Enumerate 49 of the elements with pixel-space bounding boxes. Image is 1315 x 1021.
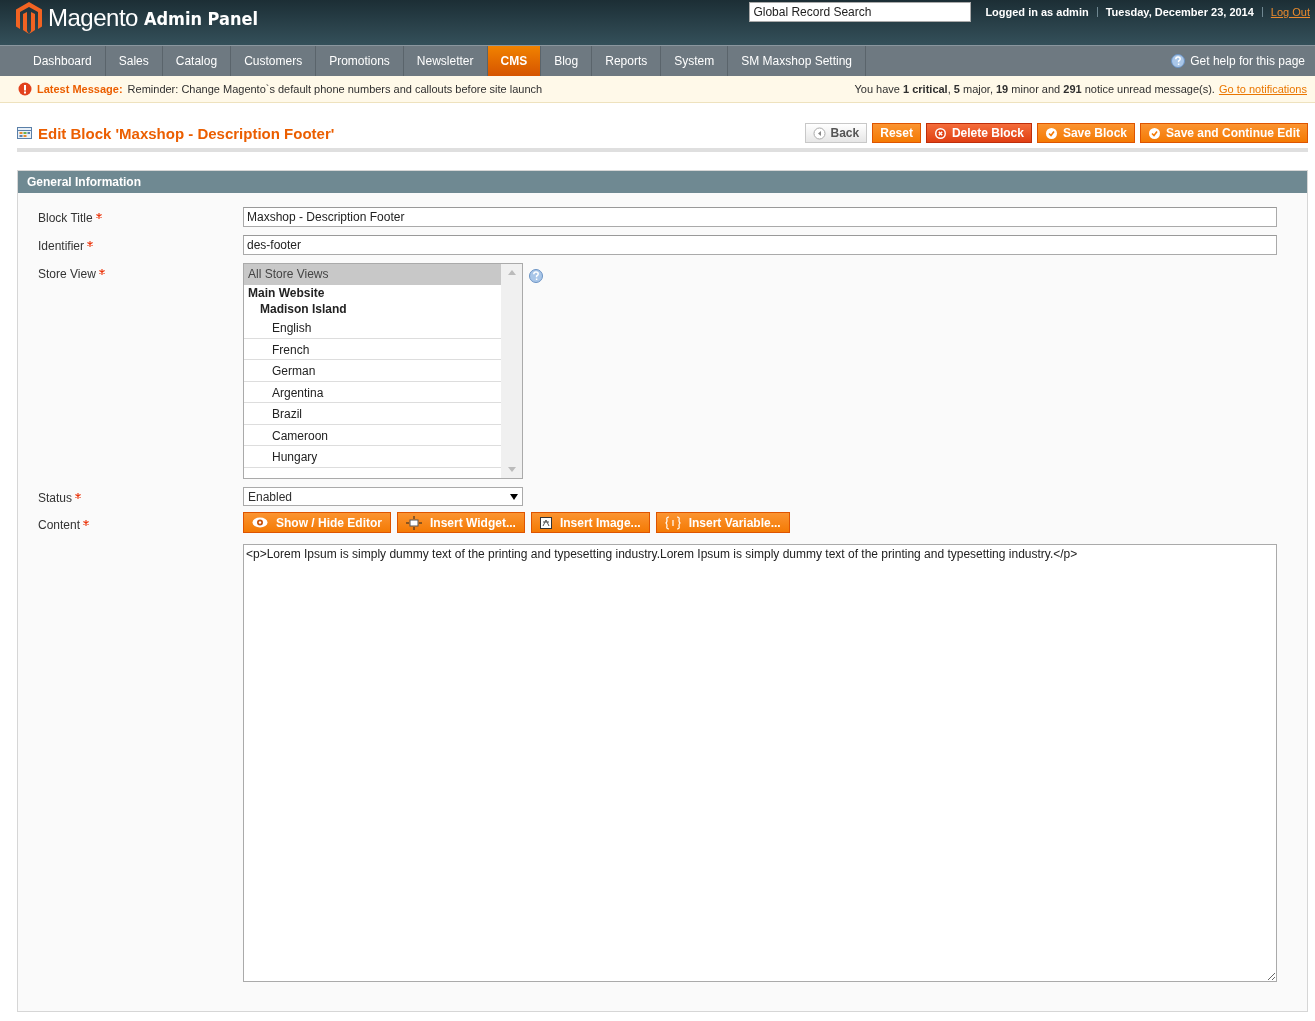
action-button[interactable]: Save Block [1036,123,1135,143]
variable-icon [664,515,681,530]
editor-toolbar-button[interactable]: Insert Variable... [655,512,790,533]
field-label: Content [38,518,81,532]
store-view-list[interactable]: All Store Views Main Website Madison Island English French German Argentina Brazil Cameroon Hungary [243,263,523,479]
action-button[interactable]: Delete Block [925,123,1032,143]
help-icon [529,269,543,283]
field-label: Status [38,491,73,505]
action-button[interactable]: Reset [872,123,921,143]
status-select[interactable]: Enabled [243,487,523,506]
text-input[interactable]: des-footer [243,235,1277,255]
checkmark-icon [1044,126,1058,140]
alert-icon [18,82,32,96]
store-view-option[interactable]: All Store Views [244,264,501,285]
notifications-link[interactable]: Go to notifications [1218,83,1307,95]
field-label: Block Title [38,211,93,225]
help-icon [1171,54,1186,68]
content-textarea[interactable]: <p>Lorem Ipsum is simply dummy text of the printing and typesetting industry.Lorem Ipsum is simply dummy text of the printing and typesetting industry.</p> [243,544,1277,982]
scroll-down-icon[interactable] [507,467,516,472]
action-button[interactable]: Save and Continue Edit [1140,123,1308,143]
section-header: General Information [18,171,1307,193]
nav-item[interactable]: CMS [487,46,542,76]
eye-icon [252,517,268,528]
widget-icon [406,515,422,530]
page-title: Edit Block 'Maxshop - Description Footer' [38,124,335,142]
editor-toolbar-button[interactable]: Show / Hide Editor [243,512,391,533]
logo-icon [16,2,42,34]
editor-toolbar-button[interactable]: Insert Widget... [397,512,525,533]
image-icon [539,516,552,529]
editor-toolbar-button[interactable]: Insert Image... [530,512,650,533]
field-label: Store View [38,267,96,281]
field-label: Identifier [38,239,85,253]
checkmark-icon [1148,126,1161,140]
dropdown-arrow-icon [510,493,518,500]
help-link[interactable]: Get help for this page [1171,46,1315,76]
message-text: Reminder: Change Magento`s default phone numbers and callouts before site launch [127,83,543,95]
logout-link[interactable]: Log Out [1270,6,1310,18]
text-input[interactable]: Maxshop - Description Footer [243,207,1277,227]
scroll-up-icon[interactable] [507,270,516,275]
action-button[interactable]: Back [804,123,868,143]
logo-subtitle: Admin Panel [143,7,258,29]
search-field[interactable]: Global Record Search [749,2,972,22]
delete-icon [933,126,947,140]
date-text: Tuesday, December 23, 2014 [1105,6,1254,18]
notification-summary: You have 1 critical, 5 major, 19 minor and 291 notice unread message(s). [854,83,1215,95]
logo-text: Magento [48,4,138,32]
message-label: Latest Message: [37,83,123,95]
logged-in-text: Logged in as admin [985,6,1089,18]
grid-icon [17,127,32,139]
